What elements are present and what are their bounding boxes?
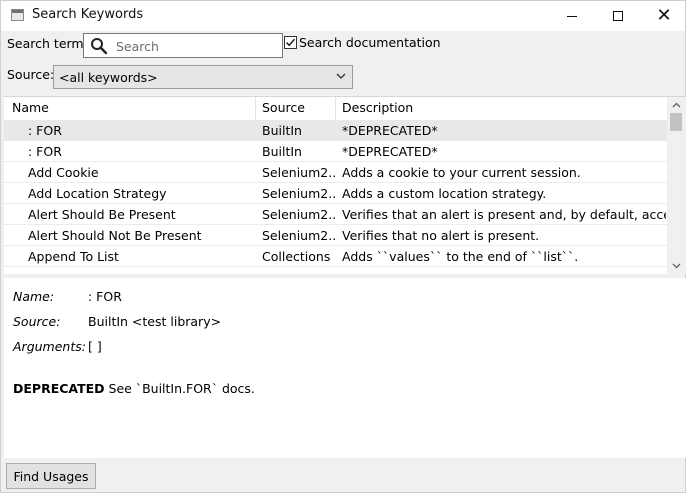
cell-description: Adds ``values`` to the end of ``list``.	[342, 249, 579, 264]
scroll-down-arrow-icon[interactable]	[672, 263, 681, 269]
cell-source: Collections	[262, 249, 331, 264]
column-divider[interactable]	[255, 97, 256, 120]
find-usages-button[interactable]: Find Usages	[6, 463, 96, 489]
cell-name: Alert Should Not Be Present	[28, 228, 202, 243]
cell-description: Verifies that no alert is present.	[342, 228, 540, 243]
table-row[interactable]: Alert Should Not Be Present Selenium2...…	[4, 225, 667, 246]
maximize-button[interactable]	[595, 1, 641, 31]
cell-description: Adds a cookie to your current session.	[342, 165, 581, 180]
search-keywords-window: Search Keywords ✕ Search term: Search do…	[0, 0, 686, 493]
close-button[interactable]: ✕	[641, 1, 686, 31]
documentation-text: See `BuiltIn.FOR` docs.	[104, 381, 255, 396]
window-title: Search Keywords	[32, 7, 144, 22]
cell-name: Add Location Strategy	[28, 186, 167, 201]
search-input[interactable]	[114, 37, 279, 55]
details-arguments-value: [ ]	[88, 339, 102, 354]
table-row[interactable]: Alert Should Be Present Selenium2... Ver…	[4, 204, 667, 225]
column-header-description[interactable]: Description	[342, 100, 413, 115]
keyword-details-panel: Name: : FOR Source: BuiltIn <test librar…	[4, 278, 686, 458]
table-row[interactable]: : FOR BuiltIn *DEPRECATED*	[4, 120, 667, 141]
source-label: Source:	[7, 67, 55, 82]
table-row[interactable]: Add Cookie Selenium2... Adds a cookie to…	[4, 162, 667, 183]
cell-description: Verifies that an alert is present and, b…	[342, 207, 666, 222]
column-divider[interactable]	[335, 97, 336, 120]
details-name-label: Name:	[13, 289, 55, 304]
check-icon	[285, 38, 296, 47]
minimize-icon	[567, 15, 577, 17]
cell-name: Append To List	[28, 249, 119, 264]
column-header-name[interactable]: Name	[12, 100, 49, 115]
cell-name: : FOR	[28, 123, 62, 138]
deprecated-marker: DEPRECATED	[13, 381, 105, 396]
details-source-label: Source:	[13, 314, 61, 329]
search-icon	[91, 38, 108, 55]
details-source-value: BuiltIn <test library>	[88, 314, 222, 329]
maximize-icon	[613, 11, 623, 21]
close-icon: ✕	[656, 5, 672, 26]
cell-description: Adds a custom location strategy.	[342, 186, 547, 201]
app-window-icon	[11, 9, 24, 21]
cell-name: Alert Should Be Present	[28, 207, 176, 222]
cell-source: Selenium2...	[262, 186, 336, 201]
cell-description: *DEPRECATED*	[342, 144, 438, 159]
cell-source: Selenium2...	[262, 207, 336, 222]
cell-source: BuiltIn	[262, 144, 302, 159]
table-header: Name Source Description	[4, 97, 686, 120]
table-scrollbar[interactable]	[667, 97, 686, 274]
minimize-button[interactable]	[549, 1, 595, 31]
table-row[interactable]: Add Location Strategy Selenium2... Adds …	[4, 183, 667, 204]
source-dropdown[interactable]: <all keywords>	[53, 65, 353, 89]
details-name-value: : FOR	[88, 289, 122, 304]
source-selected-value: <all keywords>	[59, 70, 158, 85]
cell-description: *DEPRECATED*	[342, 123, 438, 138]
scrollbar-thumb[interactable]	[670, 113, 682, 131]
cell-source: Selenium2...	[262, 165, 336, 180]
details-documentation: DEPRECATED See `BuiltIn.FOR` docs.	[13, 381, 255, 396]
chevron-down-icon	[336, 73, 346, 79]
title-bar: Search Keywords ✕	[1, 1, 685, 31]
cell-name: : FOR	[28, 144, 62, 159]
keywords-table: Name Source Description : FOR BuiltIn *D…	[4, 96, 686, 274]
table-row[interactable]: : FOR BuiltIn *DEPRECATED*	[4, 141, 667, 162]
details-arguments-label: Arguments:	[13, 339, 86, 354]
scroll-up-arrow-icon[interactable]	[672, 102, 681, 108]
cell-source: BuiltIn	[262, 123, 302, 138]
search-term-label: Search term:	[7, 36, 88, 51]
cell-source: Selenium2...	[262, 228, 336, 243]
search-documentation-label[interactable]: Search documentation	[299, 35, 441, 50]
table-body: : FOR BuiltIn *DEPRECATED* : FOR BuiltIn…	[4, 120, 667, 267]
table-row[interactable]: Append To List Collections Adds ``values…	[4, 246, 667, 267]
search-box[interactable]	[83, 33, 283, 58]
cell-name: Add Cookie	[28, 165, 99, 180]
search-documentation-checkbox[interactable]	[284, 36, 297, 49]
column-header-source[interactable]: Source	[262, 100, 305, 115]
